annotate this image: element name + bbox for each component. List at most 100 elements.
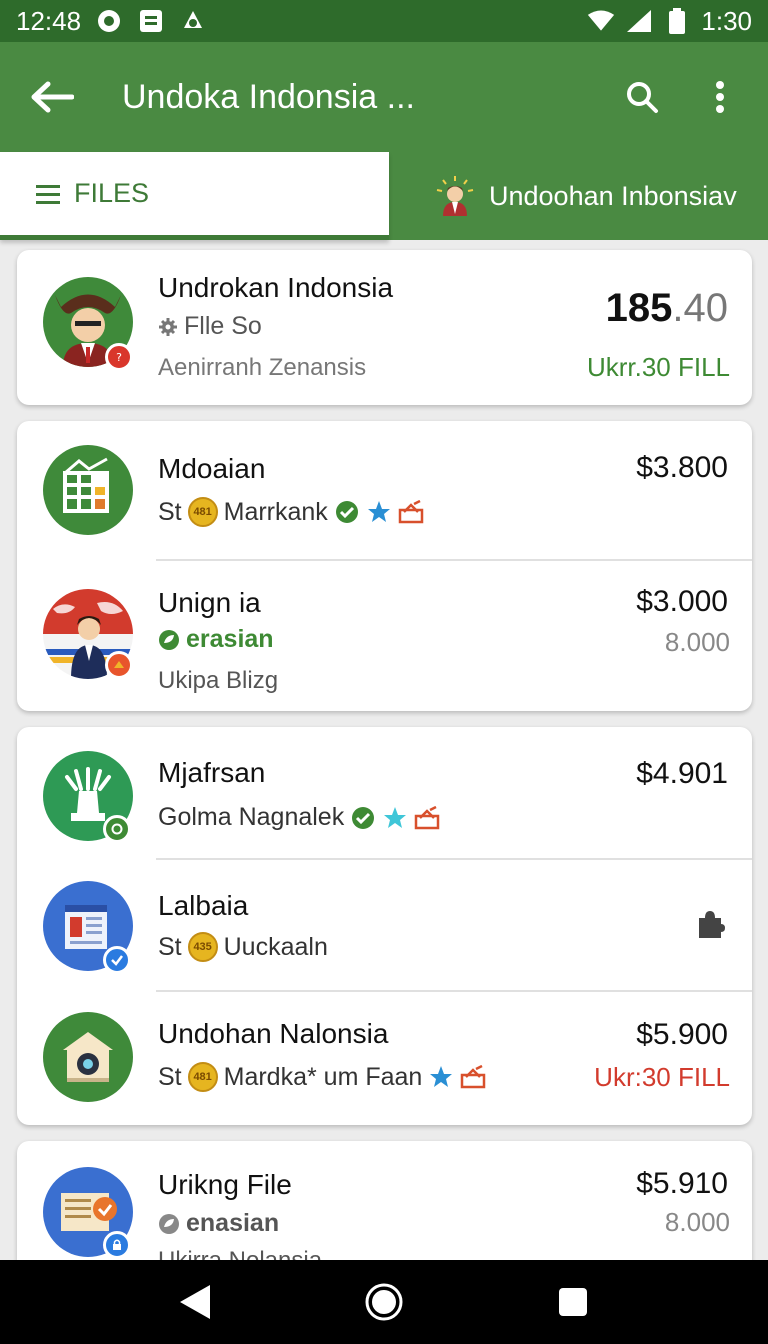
wifi-icon [587, 7, 615, 35]
item-sub-prefix: St [158, 1062, 182, 1091]
badge-icon [105, 651, 133, 679]
item-sub-prefix: St [158, 932, 182, 961]
item-price-sub: 8.000 [664, 1207, 730, 1237]
item-price: $3.800 [636, 451, 728, 484]
item-name: Unign ia [158, 587, 261, 618]
price-main: 185 [605, 286, 673, 330]
verified-icon [334, 499, 360, 525]
list-item[interactable]: Lalbaia St 435 Uuckaaln [17, 860, 752, 990]
verified-icon [350, 805, 376, 831]
coin-icon: 435 [187, 932, 218, 962]
house-camera-icon [63, 1032, 113, 1082]
item-price-sub: Ukrr.30 FILL [586, 352, 730, 382]
square-recents-icon [559, 1288, 588, 1316]
nav-recents-button[interactable] [543, 1272, 603, 1332]
item-sub: erasian [158, 625, 274, 654]
extension-button[interactable] [686, 900, 734, 948]
list-card: ? Undrokan Indonsia Flle So Aenirranh Ze… [17, 250, 752, 405]
price-decimal: .40 [672, 286, 728, 330]
list-card: Mdoaian St 481 Marrkank $3.800 Unign ia … [17, 421, 752, 711]
tab-bar: FILES Undoohan Inbonsiav [0, 152, 768, 240]
puzzle-icon [699, 911, 725, 938]
nav-home-button[interactable] [354, 1272, 414, 1332]
star-icon [428, 1064, 454, 1090]
list-item[interactable]: Unign ia erasian Ukipa Blizg $3.000 8.00… [17, 561, 752, 711]
item-name: Undohan Nalonsia [158, 1018, 389, 1049]
page-title: Undoka Indonsia ... [122, 77, 415, 116]
tab-profile-label: Undoohan Inbonsiav [489, 180, 737, 211]
leaf-badge-icon [159, 1213, 179, 1234]
coin-icon: 481 [187, 1062, 218, 1092]
back-arrow-icon [31, 81, 74, 113]
status-time: 12:48 [16, 5, 82, 36]
sync-badge-icon [103, 815, 131, 843]
app-bar: Undoka Indonsia ... [0, 42, 768, 152]
status-bar: 12:48 1:30 [0, 0, 768, 42]
tab-profile[interactable]: Undoohan Inbonsiav [389, 152, 768, 240]
list-item[interactable]: Undohan Nalonsia St 481 Mardka* um Faan … [17, 992, 752, 1125]
item-sub-text: erasian [186, 625, 274, 653]
item-sub-text: Golma Nagnalek [158, 803, 345, 831]
item-sub: enasian [158, 1209, 279, 1238]
list-item[interactable]: ? Undrokan Indonsia Flle So Aenirranh Ze… [17, 250, 752, 405]
overflow-menu-button[interactable] [696, 73, 744, 121]
item-sub-text: Marrkank [223, 497, 328, 526]
item-meta: Ukirra Nolansia [158, 1247, 322, 1260]
item-name: Undrokan Indonsia [158, 272, 394, 303]
item-sub: St 481 Mardka* um Faan [158, 1062, 486, 1092]
spreadsheet-icon [63, 457, 109, 513]
item-price-sub: 8.000 [664, 627, 730, 657]
gift-icon [414, 805, 440, 831]
item-name: Mdoaian [158, 453, 266, 484]
item-name: Urikng File [158, 1169, 292, 1200]
item-price: $5.900 [636, 1018, 728, 1051]
item-price: $4.901 [636, 757, 728, 790]
list-item[interactable]: Mdoaian St 481 Marrkank $3.800 [17, 421, 752, 560]
person-avatar-icon [436, 176, 474, 216]
item-name: Mjafrsan [158, 757, 266, 788]
search-icon [627, 82, 658, 113]
item-price: 185.40 [606, 286, 728, 331]
circle-home-icon [365, 1283, 403, 1321]
item-sub: Golma Nagnalek [158, 803, 440, 832]
svg-text:?: ? [116, 351, 122, 363]
tab-files-label: FILES [74, 178, 150, 208]
item-sub-text: Flle So [184, 312, 262, 340]
nav-back-button[interactable] [165, 1272, 225, 1332]
gear-icon [159, 317, 177, 336]
avatar [43, 1012, 133, 1102]
item-price: $5.910 [636, 1167, 728, 1200]
message-icon [137, 7, 165, 35]
item-sub-text: Mardka* um Faan [223, 1062, 423, 1091]
tab-files[interactable]: FILES [0, 152, 389, 240]
item-price-sub: Ukr:30 FILL [594, 1062, 730, 1092]
item-sub: St 481 Marrkank [158, 497, 424, 527]
item-name: Lalbaia [158, 890, 249, 921]
item-sub-text: Uuckaaln [223, 932, 328, 961]
item-price: $3.000 [636, 585, 728, 618]
item-sub-prefix: St [158, 497, 182, 526]
gift-icon [398, 499, 424, 525]
item-sub: St 435 Uuckaaln [158, 932, 328, 962]
coin-icon: 481 [187, 497, 218, 527]
leaf-badge-icon [159, 629, 179, 650]
list-card: Mjafrsan Golma Nagnalek $4.901 Lalbaia S… [17, 727, 752, 1125]
gift-icon [460, 1064, 486, 1090]
item-meta: Aenirranh Zenansis [158, 354, 367, 381]
list-item[interactable]: Urikng File enasian Ukirra Nolansia $5.9… [17, 1141, 752, 1260]
triangle-back-icon [179, 1285, 210, 1319]
star-icon [382, 805, 408, 831]
status-clock: 1:30 [701, 5, 752, 36]
search-button[interactable] [618, 73, 666, 121]
check-badge-icon [103, 946, 131, 974]
item-meta: Ukipa Blizg [158, 667, 279, 694]
app-notification-icon [179, 7, 207, 35]
lock-badge-icon [103, 1231, 131, 1259]
list-item[interactable]: Mjafrsan Golma Nagnalek $4.901 [17, 727, 752, 859]
item-sub-text: enasian [186, 1209, 280, 1237]
item-sub: Flle So [158, 312, 262, 341]
back-button[interactable] [22, 67, 82, 127]
list-icon [36, 184, 60, 204]
alert-badge-icon: ? [105, 343, 133, 371]
avatar [43, 445, 133, 535]
